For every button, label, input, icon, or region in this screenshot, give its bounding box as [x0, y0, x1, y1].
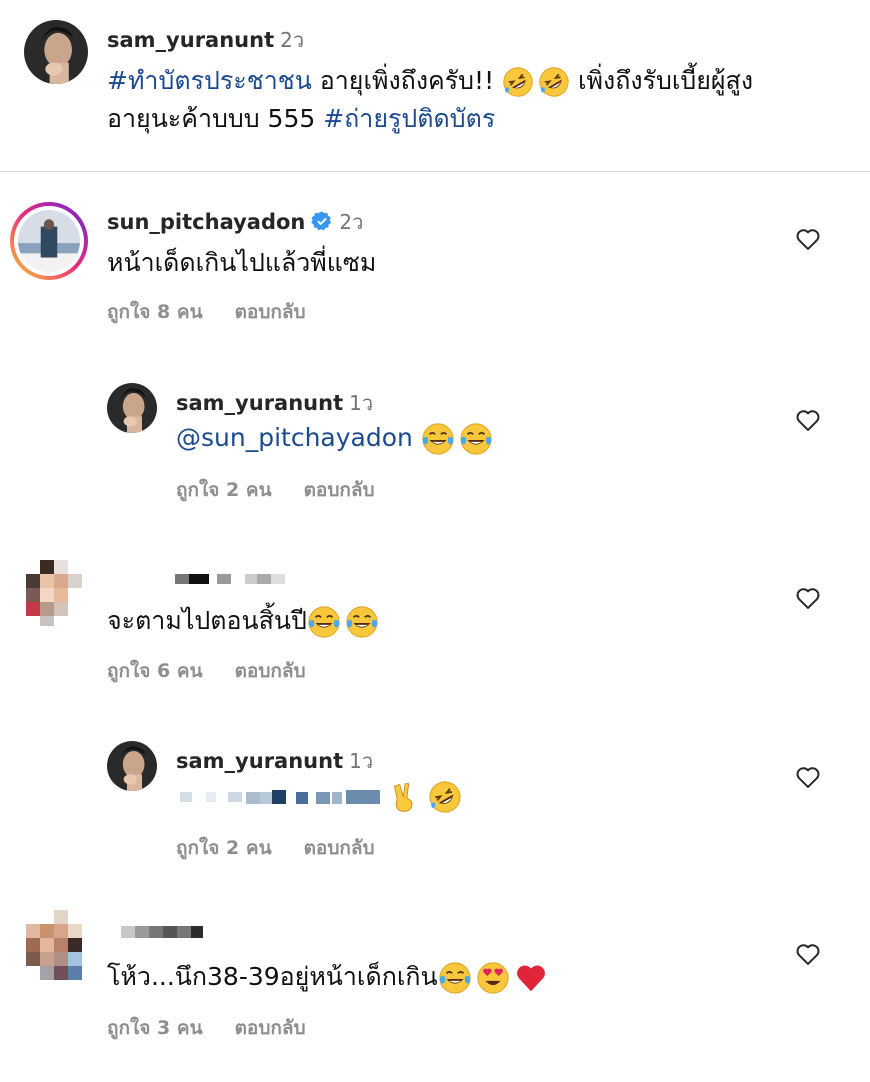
tears-of-joy-emoji-icon	[307, 605, 341, 639]
reply-username[interactable]: sam_yuranunt 1ว	[176, 745, 373, 777]
comment-username[interactable]: sun_pitchayadon 2ว	[107, 206, 363, 238]
tears-of-joy-emoji-icon	[459, 422, 493, 456]
heart-icon[interactable]	[794, 584, 822, 612]
tears-of-joy-emoji-icon	[345, 605, 379, 639]
reply-text	[176, 780, 496, 814]
comment-text: โห้ว...นึก38-39อยู่หน้าเด็กเกิน	[107, 958, 548, 996]
verified-badge-icon	[311, 210, 333, 232]
heart-icon[interactable]	[794, 406, 822, 434]
post-time: 2ว	[280, 28, 305, 52]
likes-count-link[interactable]: ถูกใจ 8 คน	[107, 301, 203, 323]
reply-button[interactable]: ตอบกลับ	[235, 301, 306, 323]
post-author-avatar[interactable]	[24, 20, 88, 84]
reply-button[interactable]: ตอบกลับ	[304, 479, 375, 501]
post-caption-line2: อายุนะค้าบบบ 555 #ถ่ายรูปติดบัตร	[107, 104, 496, 133]
heart-icon[interactable]	[794, 763, 822, 791]
heart-eyes-emoji-icon	[476, 961, 510, 995]
post-username[interactable]: sam_yuranunt	[107, 28, 274, 52]
commenter-avatar-story-ring[interactable]	[10, 202, 88, 280]
caption-divider	[0, 171, 870, 172]
reply-meta: ถูกใจ 2 คน ตอบกลับ	[176, 833, 407, 863]
comment-text: จะตามไปตอนสิ้นปี	[107, 602, 379, 640]
hashtag-link[interactable]: #ทำบัตรประชาชน	[107, 66, 312, 95]
reply-text: @sun_pitchayadon	[176, 419, 493, 457]
rolling-laughing-emoji-icon	[538, 66, 570, 98]
pixelated-avatar[interactable]	[26, 560, 82, 626]
heart-icon[interactable]	[794, 940, 822, 968]
mention-link[interactable]: @sun_pitchayadon	[176, 423, 413, 452]
reply-button[interactable]: ตอบกลับ	[235, 660, 306, 682]
likes-count-link[interactable]: ถูกใจ 3 คน	[107, 1017, 203, 1039]
reply-button[interactable]: ตอบกลับ	[235, 1017, 306, 1039]
red-heart-emoji-icon	[514, 961, 548, 995]
rolling-laughing-emoji-icon	[428, 780, 462, 814]
tears-of-joy-emoji-icon	[421, 422, 455, 456]
victory-hand-emoji-icon	[390, 780, 422, 814]
pixelated-avatar[interactable]	[26, 910, 82, 980]
heart-icon[interactable]	[794, 225, 822, 253]
comment-meta: ถูกใจ 8 คน ตอบกลับ	[107, 297, 338, 327]
hashtag-link[interactable]: #ถ่ายรูปติดบัตร	[323, 104, 495, 133]
tears-of-joy-emoji-icon	[438, 961, 472, 995]
reply-button[interactable]: ตอบกลับ	[304, 837, 375, 859]
pixelated-mention	[176, 790, 386, 804]
reply-author-avatar[interactable]	[107, 383, 157, 433]
post-author-username[interactable]: sam_yuranunt 2ว	[107, 24, 304, 56]
post-caption-line1: #ทำบัตรประชาชน อายุเพิ่งถึงครับ!! เพิ่งถ…	[107, 62, 753, 100]
reply-username[interactable]: sam_yuranunt 1ว	[176, 387, 373, 419]
reply-meta: ถูกใจ 2 คน ตอบกลับ	[176, 475, 407, 505]
comment-meta: ถูกใจ 6 คน ตอบกลับ	[107, 656, 338, 686]
comment-text: หน้าเด็ดเกินไปแล้วพี่แซม	[107, 248, 377, 277]
pixelated-username	[107, 926, 307, 940]
likes-count-link[interactable]: ถูกใจ 6 คน	[107, 660, 203, 682]
comment-meta: ถูกใจ 3 คน ตอบกลับ	[107, 1013, 338, 1043]
rolling-laughing-emoji-icon	[502, 66, 534, 98]
likes-count-link[interactable]: ถูกใจ 2 คน	[176, 479, 272, 501]
reply-author-avatar[interactable]	[107, 741, 157, 791]
pixelated-username	[107, 574, 307, 586]
likes-count-link[interactable]: ถูกใจ 2 คน	[176, 837, 272, 859]
